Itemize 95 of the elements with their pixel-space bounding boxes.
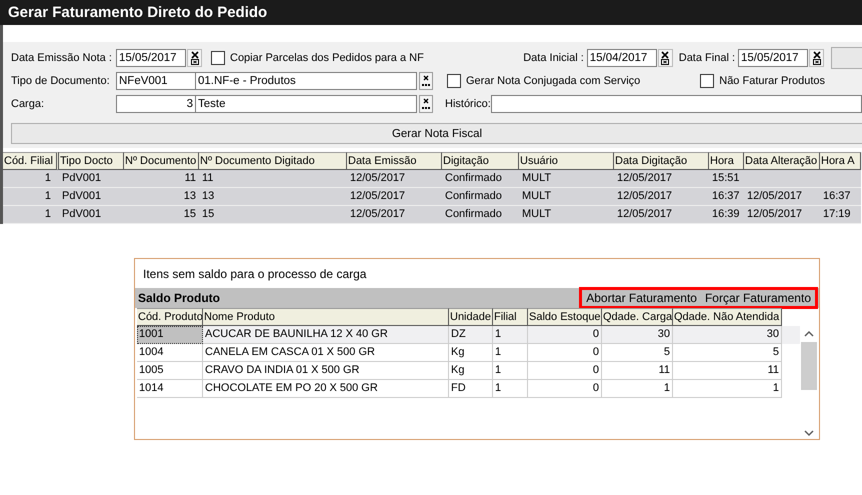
table-cell: 1: [3, 170, 59, 188]
column-header[interactable]: Nome Produto: [203, 308, 449, 326]
column-header[interactable]: Digitação: [442, 152, 519, 170]
description-field[interactable]: 01.NF-e - Produtos: [196, 72, 417, 90]
column-header[interactable]: Unidade: [449, 308, 493, 326]
checkbox-label: Gerar Nota Conjugada com Serviço: [466, 75, 640, 87]
date-field[interactable]: 15/05/2017: [738, 49, 808, 67]
table-cell: 12/05/2017: [614, 206, 709, 224]
table-cell: 1: [493, 380, 528, 398]
table-cell: 1001: [137, 326, 203, 344]
action-link[interactable]: Abortar Faturamento: [586, 291, 697, 305]
column-header[interactable]: Hora A: [820, 152, 861, 170]
column-header[interactable]: Data Alteração: [744, 152, 820, 170]
table-cell: 0: [528, 380, 602, 398]
column-header[interactable]: Cód. Produto: [137, 308, 203, 326]
checkbox[interactable]: [211, 51, 225, 65]
dialog-message: Itens sem saldo para o processo de carga: [142, 266, 368, 283]
column-header[interactable]: Usuário: [519, 152, 614, 170]
table-cell: 15: [124, 206, 199, 224]
table-cell: 1: [3, 188, 59, 206]
description-field[interactable]: Teste: [196, 95, 417, 113]
table-cell: 12/05/2017: [614, 188, 709, 206]
lookup-button[interactable]: [419, 95, 433, 113]
generate-invoice-button[interactable]: Gerar Nota Fiscal: [11, 123, 862, 144]
table-cell: 13: [124, 188, 199, 206]
code-field[interactable]: 3: [116, 95, 196, 113]
table-cell: FD: [449, 380, 493, 398]
table-cell: MULT: [519, 188, 614, 206]
column-header[interactable]: Nº Documento Digitado: [199, 152, 347, 170]
table-cell: 12/05/2017: [347, 170, 442, 188]
clear-button[interactable]: [658, 49, 673, 67]
column-header[interactable]: Data Digitação: [614, 152, 709, 170]
table-cell: PdV001: [59, 206, 124, 224]
field-label: Carga:: [11, 98, 46, 110]
table-row[interactable]: 1001 ACUCAR DE BAUNILHA 12 X 40 GR DZ 1 0 30 30: [137, 326, 800, 344]
column-header[interactable]: Saldo Estoque: [528, 308, 602, 326]
field-label: Data Final :: [678, 52, 735, 64]
scroll-down-icon[interactable]: [804, 429, 814, 437]
table-cell: PdV001: [59, 188, 124, 206]
table-cell: 12/05/2017: [614, 170, 709, 188]
field-label: Tipo de Documento:: [11, 75, 111, 87]
table-cell: 15: [199, 206, 347, 224]
scroll-thumb[interactable]: [800, 342, 816, 390]
table-cell: 16:39: [709, 206, 744, 224]
table-cell: 12/05/2017: [744, 206, 820, 224]
column-header[interactable]: Nº Documento: [124, 152, 199, 170]
table-cell: 16:37: [709, 188, 744, 206]
field-label: Data Emissão Nota :: [11, 52, 113, 64]
table-cell: 15:51: [709, 170, 744, 188]
scroll-up-icon[interactable]: [804, 330, 814, 338]
column-header[interactable]: Filial: [493, 308, 528, 326]
date-field[interactable]: 15/05/2017: [116, 49, 186, 67]
column-header[interactable]: Hora: [709, 152, 744, 170]
table-cell: 16:37: [820, 188, 861, 206]
clear-button[interactable]: [809, 49, 824, 67]
table-cell: 1: [602, 380, 673, 398]
table-cell: 12/05/2017: [347, 188, 442, 206]
column-header[interactable]: Data Emissão: [347, 152, 442, 170]
column-header[interactable]: Qdade. Carga: [602, 308, 673, 326]
checkbox-label: Não Faturar Produtos: [719, 75, 826, 87]
table-cell: 12/05/2017: [347, 206, 442, 224]
clear-button[interactable]: [187, 49, 202, 67]
table-cell: Confirmado: [442, 206, 519, 224]
table-cell: PdV001: [59, 170, 124, 188]
table-cell: 11: [124, 170, 199, 188]
table-cell: Confirmado: [442, 188, 519, 206]
field-label: Histórico:: [445, 98, 491, 110]
lookup-button[interactable]: [419, 72, 433, 90]
column-header[interactable]: Qdade. Não Atendida: [673, 308, 782, 326]
table-cell: Confirmado: [442, 170, 519, 188]
checkbox-label: Copiar Parcelas dos Pedidos para a NF: [230, 52, 424, 64]
field-label: Data Inicial :: [523, 52, 584, 64]
table-cell: MULT: [519, 206, 614, 224]
table-cell: CHOCOLATE EM PO 20 X 500 GR: [203, 380, 449, 398]
table-cell: 17:19: [820, 206, 861, 224]
code-field[interactable]: NFeV001: [116, 72, 196, 90]
window-title: Gerar Faturamento Direto do Pedido: [8, 4, 268, 21]
column-header[interactable]: Tipo Docto: [59, 152, 124, 170]
clear-and-more-icon: [421, 74, 431, 88]
table-cell: 11: [199, 170, 347, 188]
table-cell: 13: [199, 188, 347, 206]
table-cell: [820, 170, 861, 188]
date-field[interactable]: 15/04/2017: [586, 49, 657, 67]
checkbox[interactable]: [700, 74, 714, 88]
table-cell: 1: [673, 380, 782, 398]
table-cell: MULT: [519, 170, 614, 188]
section-title: Saldo Produto: [138, 291, 220, 305]
column-header[interactable]: Cód. Filial: [3, 152, 59, 170]
table-cell: 1014: [137, 380, 203, 398]
clear-and-more-icon: [421, 97, 431, 111]
table-cell: 1: [3, 206, 59, 224]
table-cell: 12/05/2017: [744, 188, 820, 206]
checkbox[interactable]: [447, 74, 461, 88]
action-link[interactable]: Forçar Faturamento: [704, 291, 811, 305]
history-field[interactable]: [490, 95, 862, 113]
